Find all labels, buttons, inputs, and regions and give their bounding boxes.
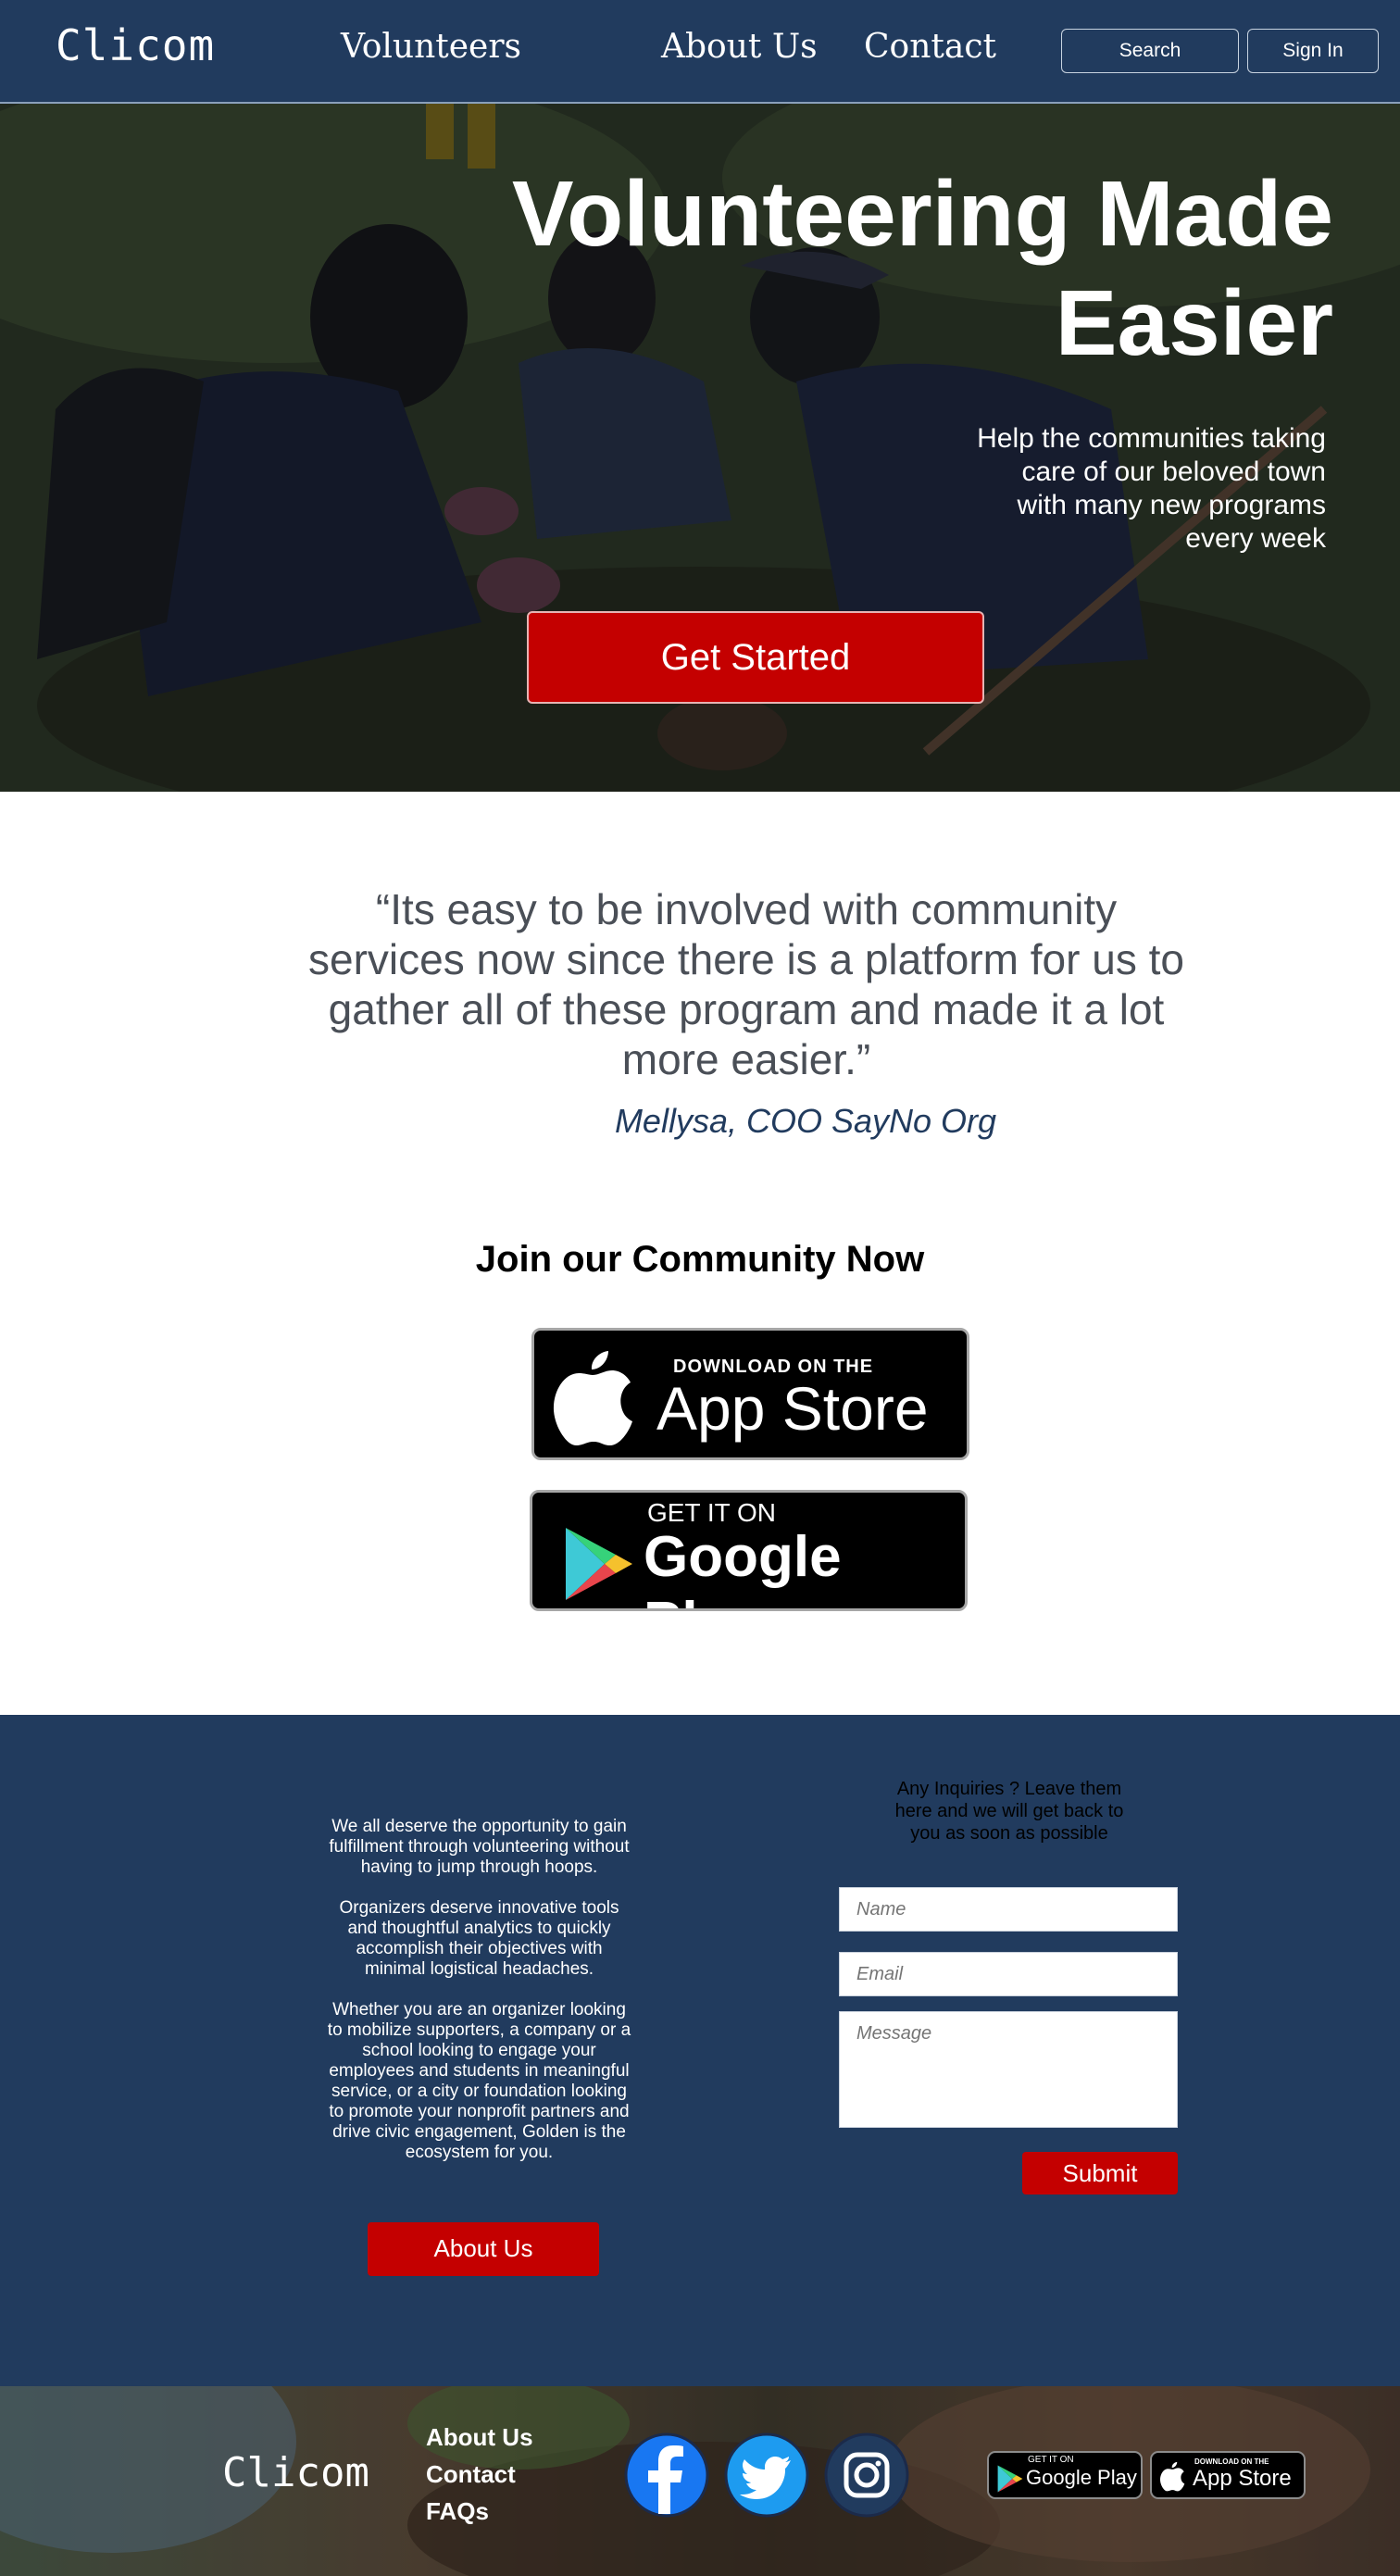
footer-app-store-main: App Store	[1193, 2466, 1292, 2491]
hero-title: Volunteering Made Easier	[500, 159, 1333, 378]
footer-app-store-top: DOWNLOAD ON THE	[1194, 2457, 1269, 2466]
about-text: We all deserve the opportunity to gain f…	[324, 1817, 634, 2183]
app-store-badge[interactable]: DOWNLOAD ON THE App Store	[531, 1328, 969, 1460]
search-button[interactable]: Search	[1061, 29, 1239, 73]
google-play-badge-main: Google Play	[644, 1525, 842, 1608]
bottom-footer: Clicom About Us Contact FAQs GET IT ON G…	[0, 2386, 1400, 2576]
email-input[interactable]	[839, 1952, 1178, 1996]
footer-google-play-icon	[997, 2465, 1023, 2493]
about-us-button[interactable]: About Us	[368, 2222, 599, 2276]
submit-button[interactable]: Submit	[1022, 2152, 1178, 2195]
twitter-icon[interactable]	[724, 2432, 809, 2518]
about-paragraph-1: We all deserve the opportunity to gain f…	[329, 1817, 630, 1877]
google-play-icon	[566, 1528, 632, 1600]
about-paragraph-3: Whether you are an organizer looking to …	[327, 2000, 631, 2162]
footer-link-faqs[interactable]: FAQs	[426, 2497, 489, 2526]
instagram-icon[interactable]	[824, 2432, 909, 2518]
hero-section: Volunteering Made Easier Help the commun…	[0, 104, 1400, 792]
app-store-badge-main: App Store	[656, 1374, 929, 1443]
hero-subtitle: Help the communities taking care of our …	[977, 423, 1326, 554]
nav-link-volunteers[interactable]: Volunteers	[341, 28, 521, 66]
testimonial-quote: “Its easy to be involved with community …	[308, 885, 1184, 1083]
footer-google-play-main: Google Play	[1026, 2466, 1137, 2489]
about-contact-section: We all deserve the opportunity to gain f…	[0, 1715, 1400, 2386]
hero-title-line-2: Easier	[1055, 271, 1333, 375]
hero-title-line-1: Volunteering Made	[511, 162, 1333, 266]
message-textarea[interactable]	[839, 2011, 1178, 2128]
footer-logo[interactable]: Clicom	[222, 2449, 369, 2496]
footer-link-about-us[interactable]: About Us	[426, 2423, 533, 2452]
footer-link-contact[interactable]: Contact	[426, 2460, 516, 2489]
sign-in-button[interactable]: Sign In	[1247, 29, 1379, 73]
top-navbar: Clicom Volunteers About Us Contact Searc…	[0, 0, 1400, 104]
name-input[interactable]	[839, 1887, 1178, 1932]
nav-link-about-us[interactable]: About Us	[661, 28, 818, 66]
apple-icon	[553, 1351, 632, 1445]
footer-google-play-badge[interactable]: GET IT ON Google Play	[987, 2451, 1143, 2499]
about-paragraph-2: Organizers deserve innovative tools and …	[339, 1898, 619, 1979]
footer-google-play-top: GET IT ON	[1028, 2455, 1074, 2465]
footer-app-store-badge[interactable]: DOWNLOAD ON THE App Store	[1150, 2451, 1306, 2499]
google-play-badge[interactable]: GET IT ON Google Play	[530, 1490, 968, 1611]
inquiry-heading: Any Inquiries ? Leave them here and we w…	[894, 1779, 1124, 1844]
footer-apple-icon	[1160, 2461, 1185, 2492]
nav-link-contact[interactable]: Contact	[864, 28, 996, 66]
testimonial-author: Mellysa, COO SayNo Org	[614, 1102, 997, 1140]
facebook-icon[interactable]	[624, 2432, 709, 2518]
get-started-button[interactable]: Get Started	[527, 611, 984, 704]
site-logo[interactable]: Clicom	[56, 20, 215, 70]
join-heading: Join our Community Now	[475, 1239, 925, 1280]
